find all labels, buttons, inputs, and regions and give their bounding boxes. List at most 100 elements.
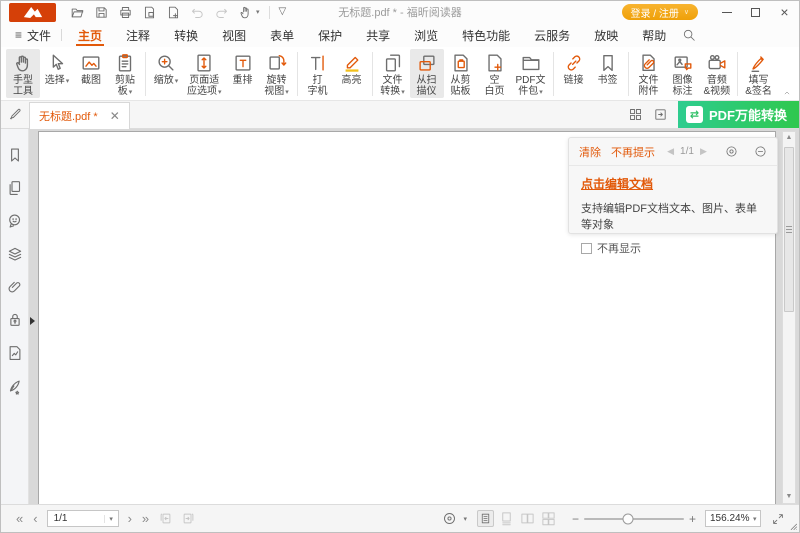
tab-comment[interactable]: 注释 bbox=[114, 23, 162, 47]
tab-view[interactable]: 视图 bbox=[210, 23, 258, 47]
ribbon-zoom[interactable]: 缩放▾ bbox=[149, 49, 183, 88]
ribbon-pdf-portfolio[interactable]: PDF文 件包▾ bbox=[512, 49, 550, 99]
tab-home[interactable]: 主页 bbox=[66, 23, 114, 47]
next-page-icon[interactable]: › bbox=[123, 511, 137, 526]
dont-remind-link[interactable]: 不再提示 bbox=[611, 144, 655, 160]
ribbon-snapshot[interactable]: 截图 bbox=[74, 49, 108, 87]
ribbon-clipboard[interactable]: 剪贴 板▾ bbox=[108, 49, 142, 99]
zoom-out-icon[interactable]: − bbox=[567, 512, 584, 526]
edit-document-link[interactable]: 点击编辑文档 bbox=[581, 177, 653, 191]
resize-grip-icon[interactable] bbox=[787, 520, 798, 531]
zoom-in-icon[interactable]: + bbox=[684, 512, 701, 526]
tab-close-icon[interactable]: ✕ bbox=[110, 110, 120, 122]
ribbon-rotate-view[interactable]: 旋转 视图▾ bbox=[260, 49, 294, 99]
attachments-panel-icon[interactable] bbox=[6, 278, 24, 296]
bookmark-panel-icon[interactable] bbox=[6, 146, 24, 164]
pdf-convert-button[interactable]: ⇄ PDF万能转换 bbox=[678, 101, 799, 128]
ribbon-file-convert[interactable]: 文件 转换▾ bbox=[376, 49, 410, 99]
ribbon-select[interactable]: 选择▾ bbox=[40, 49, 74, 88]
hand-mode-caret-icon[interactable]: ▾ bbox=[256, 8, 260, 16]
close-button[interactable]: × bbox=[770, 1, 799, 23]
next-view-icon[interactable] bbox=[181, 511, 196, 526]
quick-edit-cell[interactable] bbox=[1, 107, 29, 122]
tab-form[interactable]: 表单 bbox=[258, 23, 306, 47]
ribbon-audio-video[interactable]: 音频 &视频 bbox=[700, 49, 735, 98]
maximize-button[interactable] bbox=[741, 1, 770, 23]
panel-expand-icon[interactable] bbox=[30, 317, 35, 325]
page-number-input[interactable]: 1/1 ▾ bbox=[47, 510, 119, 527]
single-page-icon[interactable] bbox=[477, 510, 494, 527]
ribbon-image-annotation[interactable]: 图像 标注 bbox=[666, 49, 700, 98]
scroll-up-icon[interactable]: ▲ bbox=[783, 132, 795, 144]
hand-mode-icon[interactable] bbox=[238, 5, 253, 20]
clear-link[interactable]: 清除 bbox=[579, 144, 601, 160]
fields-panel-icon[interactable] bbox=[6, 344, 24, 362]
redo-icon[interactable] bbox=[214, 5, 229, 20]
view-mode-control[interactable]: ▾ bbox=[438, 511, 467, 526]
tab-browse[interactable]: 浏览 bbox=[402, 23, 450, 47]
layers-panel-icon[interactable] bbox=[6, 245, 24, 263]
zoom-slider-knob[interactable] bbox=[622, 513, 633, 524]
comments-panel-icon[interactable] bbox=[6, 212, 24, 230]
tab-convert[interactable]: 转换 bbox=[162, 23, 210, 47]
last-page-icon[interactable]: » bbox=[137, 511, 154, 526]
tab-cloud[interactable]: 云服务 bbox=[522, 23, 582, 47]
search-icon[interactable] bbox=[682, 28, 696, 42]
new-document-icon[interactable] bbox=[166, 5, 181, 20]
export-pdf-icon[interactable] bbox=[142, 5, 157, 20]
ribbon-link[interactable]: 链接 bbox=[557, 49, 591, 87]
ribbon-file-attachment[interactable]: 文件 附件 bbox=[632, 49, 666, 98]
ribbon-fill-sign[interactable]: 填写 &签名 bbox=[741, 49, 776, 98]
open-file-icon[interactable] bbox=[70, 5, 85, 20]
pager-prev-icon[interactable]: ◀ bbox=[667, 146, 674, 157]
tab-help[interactable]: 帮助 bbox=[630, 23, 678, 47]
zoom-slider[interactable] bbox=[584, 518, 684, 520]
scrollbar-thumb[interactable] bbox=[784, 147, 794, 312]
scroll-down-icon[interactable]: ▼ bbox=[783, 491, 795, 503]
ribbon-from-clipboard[interactable]: 从剪 贴板 bbox=[444, 49, 478, 98]
undo-icon[interactable] bbox=[190, 5, 205, 20]
zoom-dropdown-icon[interactable]: ▾ bbox=[749, 515, 760, 523]
notification-settings-icon[interactable] bbox=[725, 145, 738, 158]
collapse-ribbon-icon[interactable] bbox=[782, 89, 792, 97]
security-panel-icon[interactable] bbox=[6, 311, 24, 329]
switch-tab-icon[interactable] bbox=[653, 107, 668, 122]
tab-features[interactable]: 特色功能 bbox=[450, 23, 522, 47]
customize-toolbar-icon[interactable]: ▽ bbox=[279, 7, 287, 17]
first-page-icon[interactable]: « bbox=[11, 511, 28, 526]
tab-protect[interactable]: 保护 bbox=[306, 23, 354, 47]
previous-view-icon[interactable] bbox=[158, 511, 173, 526]
grid-view-icon[interactable] bbox=[628, 107, 643, 122]
ribbon-group-separator bbox=[372, 52, 373, 96]
menu-file[interactable]: ≡ 文件 bbox=[1, 23, 61, 47]
dont-show-checkbox[interactable] bbox=[581, 243, 592, 254]
ribbon-blank-page[interactable]: 空 白页 bbox=[478, 49, 512, 98]
ribbon-typewriter[interactable]: 打 字机 bbox=[301, 49, 335, 98]
login-button[interactable]: 登录 / 注册 ∨ bbox=[622, 4, 698, 20]
facing-page-icon[interactable] bbox=[519, 510, 536, 527]
zoom-level-input[interactable]: 156.24% ▾ bbox=[705, 510, 761, 527]
signatures-panel-icon[interactable] bbox=[6, 377, 24, 395]
tab-present[interactable]: 放映 bbox=[582, 23, 630, 47]
document-tab[interactable]: 无标题.pdf * ✕ bbox=[29, 102, 130, 129]
print-icon[interactable] bbox=[118, 5, 133, 20]
ribbon-hand-tool[interactable]: 手型 工具 bbox=[6, 49, 40, 98]
ribbon-highlight[interactable]: 高亮 bbox=[335, 49, 369, 87]
ribbon-from-scanner[interactable]: 从扫 描仪 bbox=[410, 49, 444, 98]
fullscreen-icon[interactable] bbox=[771, 512, 785, 526]
notification-minimize-icon[interactable] bbox=[754, 145, 767, 158]
save-icon[interactable] bbox=[94, 5, 109, 20]
tab-share[interactable]: 共享 bbox=[354, 23, 402, 47]
page-thumbnails-icon[interactable] bbox=[6, 179, 24, 197]
ribbon-reflow[interactable]: 重排 bbox=[226, 49, 260, 87]
page-dropdown-icon[interactable]: ▾ bbox=[104, 515, 118, 523]
ribbon-fit-page[interactable]: 页面适 应选项▾ bbox=[183, 49, 226, 99]
pager-next-icon[interactable]: ▶ bbox=[700, 146, 707, 157]
ribbon-bookmark[interactable]: 书签 bbox=[591, 49, 625, 87]
continuous-page-icon[interactable] bbox=[498, 510, 515, 527]
prev-page-icon[interactable]: ‹ bbox=[28, 511, 42, 526]
vertical-scrollbar[interactable]: ▲ ▼ bbox=[782, 131, 796, 504]
ribbon-label: 空 白页 bbox=[485, 75, 505, 97]
minimize-button[interactable] bbox=[712, 1, 741, 23]
facing-continuous-icon[interactable] bbox=[540, 510, 557, 527]
